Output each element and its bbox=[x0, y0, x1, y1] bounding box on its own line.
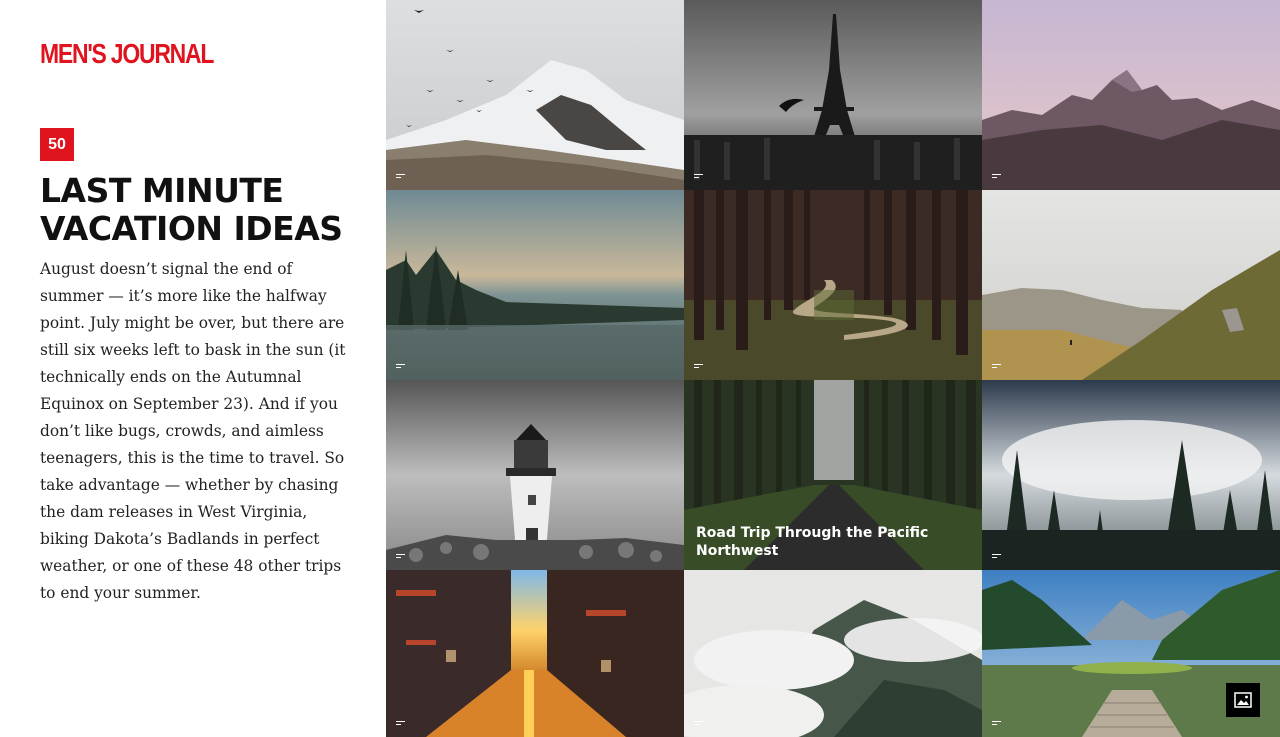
snowy-mountain-photo bbox=[386, 0, 684, 190]
caption-icon bbox=[992, 721, 1002, 728]
photo-tile[interactable] bbox=[386, 0, 684, 190]
misty-lake-photo bbox=[386, 190, 684, 380]
caption-icon bbox=[694, 721, 704, 728]
lighthouse-photo bbox=[386, 380, 684, 570]
photo-tile[interactable] bbox=[982, 190, 1280, 380]
hillside-photo bbox=[982, 190, 1280, 380]
caption-icon bbox=[396, 174, 406, 181]
caption-icon bbox=[396, 721, 406, 728]
caption-icon bbox=[694, 364, 704, 371]
photo-tile-featured[interactable]: Road Trip Through the Pacific Northwest bbox=[684, 380, 982, 570]
caption-icon bbox=[694, 174, 704, 181]
photo-tile[interactable] bbox=[684, 190, 982, 380]
dusk-mountain-photo bbox=[982, 0, 1280, 190]
photo-tile[interactable] bbox=[386, 380, 684, 570]
article-panel: MEN'S JOURNAL 50 LAST MINUTE VACATION ID… bbox=[0, 0, 386, 737]
gallery-title: LAST MINUTE VACATION IDEAS bbox=[40, 171, 343, 248]
photo-tile[interactable] bbox=[982, 0, 1280, 190]
photo-tile[interactable] bbox=[982, 380, 1280, 570]
site-logo[interactable]: MEN'S JOURNAL bbox=[40, 38, 214, 70]
caption-icon bbox=[992, 364, 1002, 371]
caption-icon bbox=[992, 554, 1002, 561]
photo-tile[interactable] bbox=[386, 570, 684, 737]
photo-tile[interactable] bbox=[386, 190, 684, 380]
gallery-description: August doesn’t signal the end of summer … bbox=[40, 260, 346, 602]
photo-tile[interactable] bbox=[684, 570, 982, 737]
caption-icon bbox=[396, 554, 406, 561]
tile-caption[interactable]: Road Trip Through the Pacific Northwest bbox=[696, 524, 956, 560]
gallery-count-badge: 50 bbox=[40, 128, 74, 161]
eiffel-tower-photo bbox=[684, 0, 982, 190]
cloudy-mountain-photo bbox=[684, 570, 982, 737]
photo-tile[interactable] bbox=[684, 0, 982, 190]
misty-forest-photo bbox=[982, 380, 1280, 570]
image-icon bbox=[1234, 692, 1252, 708]
sunset-street-photo bbox=[386, 570, 684, 737]
forest-path-photo bbox=[684, 190, 982, 380]
photo-grid: Road Trip Through the Pacific Northwest bbox=[386, 0, 1280, 737]
caption-icon bbox=[992, 174, 1002, 181]
gallery-view-button[interactable] bbox=[1226, 683, 1260, 717]
caption-icon bbox=[396, 364, 406, 371]
